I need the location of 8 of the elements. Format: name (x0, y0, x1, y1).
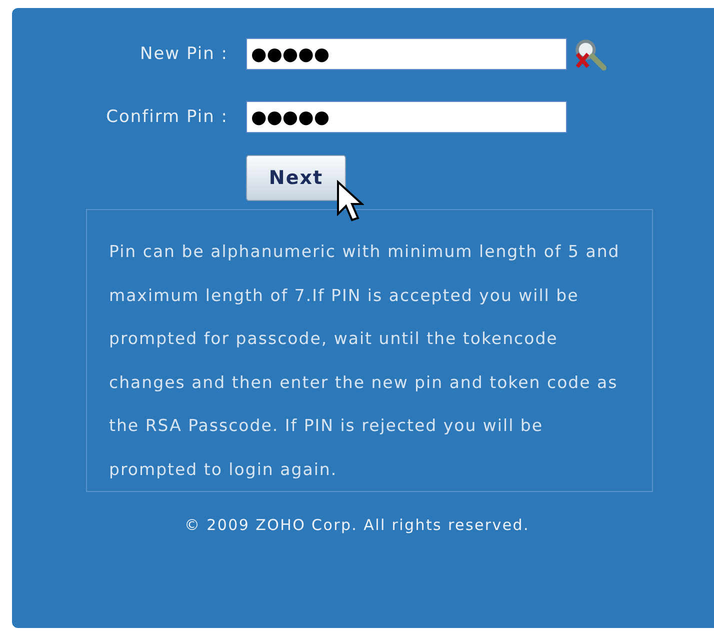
magnifier-icon[interactable] (573, 37, 607, 71)
copyright-text: © 2009 ZOHO Corp. All rights reserved. (184, 516, 530, 534)
next-button[interactable]: Next (246, 155, 346, 201)
pin-field[interactable]: ●●●●● (246, 38, 567, 70)
field-label: Confirm Pin : (106, 107, 228, 127)
info-text: Pin can be alphanumeric with minimum length of 5 and maximum length of 7.If PIN is accepted you will be prompted for passcode, wait until the tokencode changes and then enter the new pin and token code as the RSA Passcode. If PIN is rejected you will be prompted to login again. (109, 241, 621, 480)
pin-field[interactable]: ●●●●● (246, 101, 567, 133)
field-label: New Pin : (140, 44, 228, 64)
